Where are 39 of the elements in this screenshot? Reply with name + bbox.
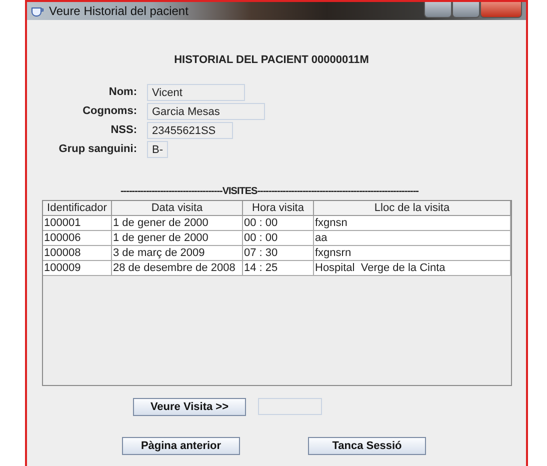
table-cell: 100001 (43, 216, 112, 231)
table-cell: Hospital Verge de la Cinta (314, 261, 511, 276)
text-field[interactable]: 23455621SS (147, 122, 233, 139)
field-label: Cognoms: (82, 104, 137, 119)
table-cell: 100008 (43, 246, 112, 261)
minimize-button[interactable] (424, 2, 452, 18)
table-cell: fxgnsn (314, 216, 511, 231)
table-cell: 28 de desembre de 2008 (112, 261, 243, 276)
view-visit-button[interactable]: Veure Visita >> (133, 398, 246, 416)
section-title: ------------------------------------VISITES--------------------------------------------------------- (119, 186, 420, 197)
column-header[interactable]: Hora visita (243, 201, 314, 216)
text-field[interactable]: Garcia Mesas (147, 103, 265, 120)
action-button[interactable]: Tanca Sessió (308, 437, 426, 455)
table-cell: 14 : 25 (243, 261, 314, 276)
column-header[interactable]: Lloc de la visita (314, 201, 511, 216)
table-cell: 07 : 30 (243, 246, 314, 261)
column-header[interactable]: Data visita (112, 201, 243, 216)
cup-icon (31, 5, 45, 17)
field-label: Grup sanguini: (58, 142, 137, 157)
table-cell: 100006 (43, 231, 112, 246)
table-cell: 1 de gener de 2000 (112, 231, 243, 246)
table-cell: aa (314, 231, 511, 246)
field-label: NSS: (110, 123, 137, 138)
text-field[interactable]: Vicent (147, 84, 245, 101)
window-title: Veure Historial del pacient (49, 4, 188, 18)
maximize-button[interactable] (452, 2, 480, 18)
field-label: Nom: (108, 85, 137, 100)
input-field[interactable] (258, 398, 322, 415)
table-cell: 1 de gener de 2000 (112, 216, 243, 231)
table-cell: 3 de març de 2009 (112, 246, 243, 261)
table-cell: fxgnsrn (314, 246, 511, 261)
patient-heading: HISTORIAL DEL PACIENT 00000011M (173, 54, 370, 66)
table-cell: 00 : 00 (243, 216, 314, 231)
close-button[interactable] (480, 2, 522, 18)
action-button[interactable]: Pàgina anterior (122, 437, 240, 455)
table-cell: 100009 (43, 261, 112, 276)
column-header[interactable]: Identificador (43, 201, 112, 216)
table-cell: 00 : 00 (243, 231, 314, 246)
text-field[interactable]: B- (147, 141, 168, 158)
